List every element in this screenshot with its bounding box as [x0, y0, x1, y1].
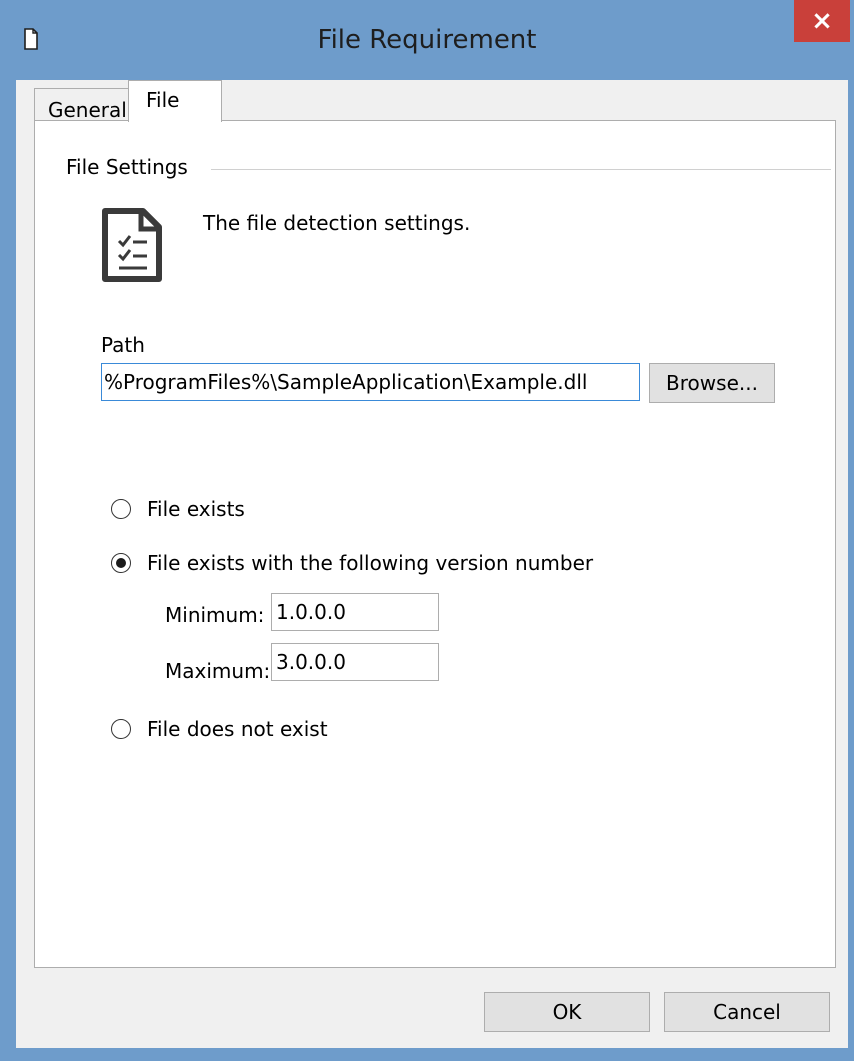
minimum-version-field[interactable] [271, 593, 439, 631]
radio-file-exists-version-circle[interactable] [111, 553, 131, 573]
maximum-label: Maximum: [165, 659, 271, 683]
radio-file-exists[interactable]: File exists [111, 497, 245, 521]
close-icon: × [811, 6, 833, 36]
path-label: Path [101, 333, 145, 357]
tab-file[interactable]: File [128, 80, 222, 122]
radio-file-exists-circle[interactable] [111, 499, 131, 519]
minimum-label: Minimum: [165, 603, 265, 627]
maximum-version-field[interactable] [271, 643, 439, 681]
title-bar[interactable]: File Requirement × [0, 0, 854, 80]
radio-file-not-exist-label: File does not exist [147, 717, 328, 741]
path-input[interactable] [101, 363, 640, 401]
file-tab-panel: File Settings The file detection setting… [34, 120, 836, 968]
section-description: The file detection settings. [203, 211, 471, 235]
ok-button[interactable]: OK [484, 992, 650, 1032]
tab-file-label: File [146, 88, 180, 112]
section-divider [211, 169, 831, 170]
dialog-client-area: General File File Settings The file dete… [16, 80, 848, 1048]
checklist-document-icon [102, 208, 162, 282]
radio-file-exists-version-label: File exists with the following version n… [147, 551, 594, 575]
window-title: File Requirement [317, 25, 537, 55]
radio-file-not-exist[interactable]: File does not exist [111, 717, 328, 741]
radio-file-exists-version[interactable]: File exists with the following version n… [111, 551, 593, 575]
tab-general-label: General [48, 98, 127, 122]
close-button[interactable]: × [794, 0, 850, 42]
browse-button[interactable]: Browse... [649, 363, 775, 403]
dialog-window: File Requirement × General File File Set… [0, 0, 854, 1061]
radio-file-not-exist-circle[interactable] [111, 719, 131, 739]
section-title: File Settings [66, 155, 188, 179]
radio-file-exists-label: File exists [147, 497, 245, 521]
cancel-button[interactable]: Cancel [664, 992, 830, 1032]
